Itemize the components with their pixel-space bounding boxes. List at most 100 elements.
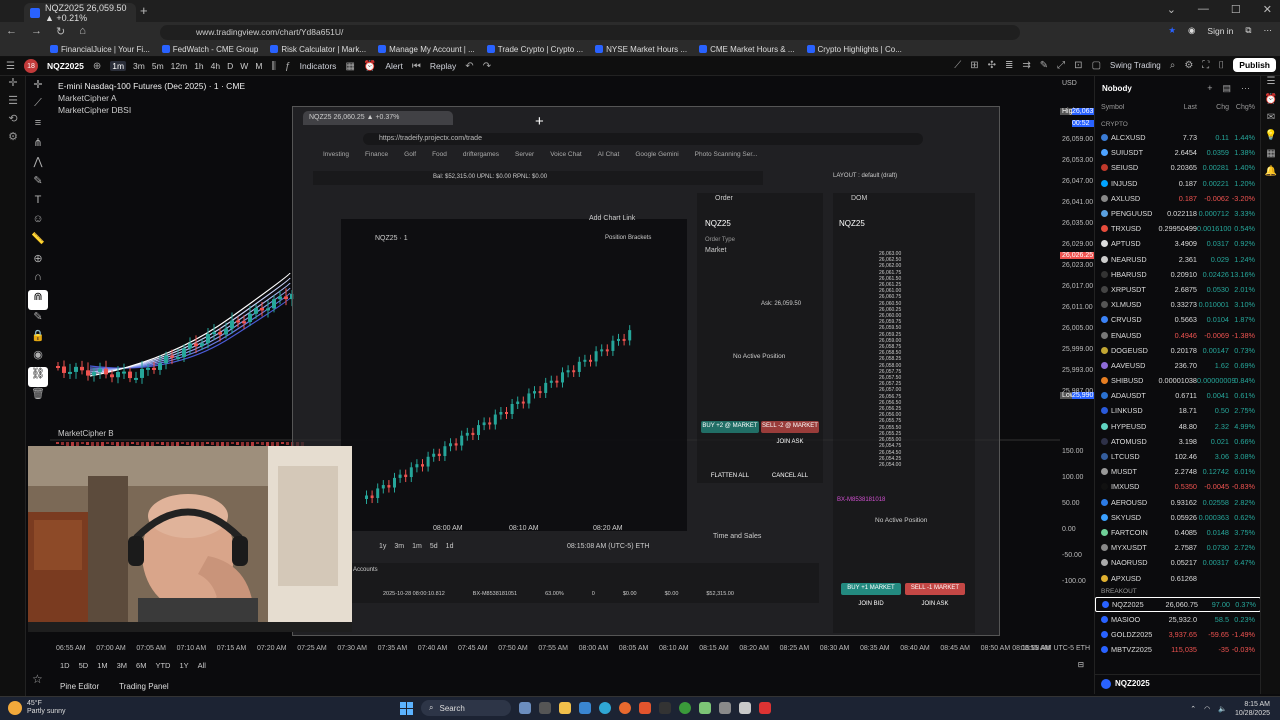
replay-button[interactable]: Replay xyxy=(430,61,456,71)
indicators-button[interactable]: Indicators xyxy=(300,61,337,71)
overlay-bookmark[interactable]: Finance xyxy=(365,151,388,158)
indicator-dbsi-label[interactable]: MarketCipher DBSI xyxy=(58,104,245,116)
wifi-icon[interactable]: ◠ xyxy=(1204,705,1210,713)
range-1Y[interactable]: 1Y xyxy=(179,661,188,670)
terminal-icon[interactable] xyxy=(659,702,671,714)
range-1D[interactable]: 1D xyxy=(60,661,70,670)
more-icon[interactable]: ⋯ xyxy=(1241,83,1250,94)
fullscreen-icon[interactable]: ⛶ xyxy=(1202,60,1209,71)
overlay-contract[interactable]: NQZ25 xyxy=(705,219,731,228)
dom-price[interactable]: 26,054.75 xyxy=(879,443,901,449)
task-view-icon[interactable] xyxy=(539,702,551,714)
watchlist-row[interactable]: MUSDT 2.2748 0.12742 6.01% xyxy=(1095,464,1261,479)
eye-icon[interactable]: ◉ xyxy=(28,348,48,367)
col-symbol[interactable]: Symbol xyxy=(1095,104,1157,111)
indicator-a-label[interactable]: MarketCipher A xyxy=(58,92,245,104)
watchlist-row[interactable]: GOLDZ2025 3,937.65 -59.65 -1.49% xyxy=(1095,627,1261,642)
ruler-icon[interactable]: 📏 xyxy=(28,232,48,251)
app-icon[interactable] xyxy=(699,702,711,714)
symbol-search[interactable]: NQZ2025 xyxy=(47,61,84,71)
star-icon[interactable]: ★ xyxy=(1168,25,1176,36)
overlay-bookmark[interactable]: Golf xyxy=(404,151,416,158)
dom-price[interactable]: 26,054.00 xyxy=(879,462,901,468)
overlay-bookmark[interactable]: driftergames xyxy=(463,151,499,158)
watchlist-row[interactable]: APTUSD 3.4909 0.0317 0.92% xyxy=(1095,236,1261,251)
interval-M[interactable]: M xyxy=(255,61,262,71)
edge-icon[interactable] xyxy=(599,702,611,714)
taskbar-search[interactable]: ⌕ Search xyxy=(421,700,511,716)
watchlist-row[interactable]: XRPUSDT 2.6875 0.0530 2.01% xyxy=(1095,282,1261,297)
sign-in-button[interactable]: Sign in xyxy=(1207,26,1233,36)
calendar-icon[interactable]: ⊟ xyxy=(1078,660,1084,669)
reload-icon[interactable]: ↻ xyxy=(56,25,65,38)
chat-icon[interactable]: ✉ xyxy=(1261,112,1280,130)
interval-1h[interactable]: 1h xyxy=(194,61,203,71)
range-YTD[interactable]: YTD xyxy=(155,661,170,670)
compare-icon[interactable]: ⊕ xyxy=(93,61,101,72)
bookmark-item[interactable]: FinancialJuice | Your Fi... xyxy=(50,45,150,54)
dom-price[interactable]: 26,055.50 xyxy=(879,425,901,431)
col-chg-pct[interactable]: Chg% xyxy=(1229,104,1259,111)
watchlist-row[interactable]: XLMUSD 0.33273 0.010001 3.10% xyxy=(1095,297,1261,312)
clock[interactable]: 8:15 AM 10/28/2025 xyxy=(1235,700,1270,718)
history-icon[interactable]: ⟲ xyxy=(0,112,26,130)
overlay-bookmark[interactable]: Server xyxy=(515,151,534,158)
overlay-buy-2-button[interactable]: BUY +2 @ MARKET xyxy=(701,421,759,433)
new-tab-button[interactable]: + xyxy=(140,3,148,18)
bookmark-item[interactable]: FedWatch - CME Group xyxy=(161,45,258,54)
overlay-order-type[interactable]: Market xyxy=(705,247,726,254)
overlay-tab[interactable]: NQZ25 26,060.25 ▲ +0.37% xyxy=(303,111,453,125)
watchlist-row[interactable]: CRVUSD 0.5663 0.0104 1.87% xyxy=(1095,312,1261,327)
candles-icon[interactable]: ⫼ xyxy=(271,61,276,72)
watchlist-row[interactable]: LTCUSD 102.46 3.06 3.08% xyxy=(1095,449,1261,464)
watchlist-row[interactable]: LINKUSD 18.71 0.50 2.75% xyxy=(1095,403,1261,418)
publish-button[interactable]: Publish xyxy=(1233,58,1276,72)
interval-D[interactable]: D xyxy=(227,61,233,71)
avatar[interactable]: 18 xyxy=(23,59,38,73)
overlay-bookmark[interactable]: Google Gemini xyxy=(635,151,678,158)
dom-price[interactable]: 26,058.25 xyxy=(879,356,901,362)
overlay-flatten-button[interactable]: FLATTEN ALL xyxy=(701,471,759,481)
dom-price[interactable]: 26,062.00 xyxy=(879,263,901,269)
watchlist-row[interactable]: MASIOO 25,932.0 58.5 0.23% xyxy=(1095,612,1261,627)
widgets-icon[interactable] xyxy=(519,702,531,714)
overlay-cancel-button[interactable]: CANCEL ALL xyxy=(761,471,819,481)
minimize-icon[interactable]: — xyxy=(1198,3,1209,16)
xbox-icon[interactable] xyxy=(679,702,691,714)
overlay-trading-window[interactable]: NQZ25 26,060.25 ▲ +0.37% + https://trade… xyxy=(292,106,1000,636)
watchlist-row[interactable]: AEROUSD 0.93162 0.02558 2.82% xyxy=(1095,495,1261,510)
zoom-icon[interactable]: ⊡ xyxy=(1074,60,1082,71)
cursor-icon[interactable]: ✛ xyxy=(28,78,48,97)
watchlist-row[interactable]: SHIBUSD 0.00001038 0.00000009 0.84% xyxy=(1095,373,1261,388)
calendar-icon[interactable]: ▦ xyxy=(1261,148,1280,166)
overlay-sell-2-button[interactable]: SELL -2 @ MARKET xyxy=(761,421,819,433)
bookmark-item[interactable]: Trade Crypto | Crypto ... xyxy=(486,45,583,54)
dom-price[interactable]: 26,059.50 xyxy=(879,325,901,331)
watchlist-row[interactable]: INJUSD 0.187 0.00221 1.20% xyxy=(1095,176,1261,191)
close-icon[interactable]: ✕ xyxy=(1263,3,1272,16)
ideas-icon[interactable]: 💡 xyxy=(1261,130,1280,148)
overlay-layout[interactable]: LAYOUT : default (draft) xyxy=(833,173,897,179)
watchlist-row[interactable]: ATOMUSD 3.198 0.021 0.66% xyxy=(1095,434,1261,449)
dom-price[interactable]: 26,054.50 xyxy=(879,450,901,456)
overlay-range[interactable]: 1y xyxy=(379,543,386,550)
watchlist-footer[interactable]: NQZ2025 xyxy=(1095,674,1261,692)
dom-price[interactable]: 26,060.50 xyxy=(879,301,901,307)
watchlist-row[interactable]: FARTCOIN 0.4085 0.0148 3.75% xyxy=(1095,525,1261,540)
dom-price[interactable]: 26,057.00 xyxy=(879,387,901,393)
overlay-bookmark[interactable]: Investing xyxy=(323,151,349,158)
overlay-bookmark[interactable]: Voice Chat xyxy=(550,151,581,158)
range-3M[interactable]: 3M xyxy=(117,661,127,670)
watchlist-row[interactable]: NQZ2025 26,060.75 97.00 0.37% xyxy=(1095,596,1261,612)
link-icon[interactable]: ⛓ xyxy=(28,367,48,387)
overlay-sell-button[interactable]: SELL -1 MARKET xyxy=(905,583,965,595)
crosshair-icon[interactable]: ✛ xyxy=(0,76,26,94)
star-icon[interactable]: ☆ xyxy=(32,672,43,686)
file-explorer-icon[interactable] xyxy=(559,702,571,714)
time-axis[interactable]: 08:15:08 AM UTC-5 ETH 06:55 AM 07:00 AM 07… xyxy=(50,644,1094,656)
interval-1m[interactable]: 1m xyxy=(110,61,127,71)
col-chg[interactable]: Chg xyxy=(1197,104,1229,111)
redo-icon[interactable]: ↷ xyxy=(483,61,491,72)
range-All[interactable]: All xyxy=(198,661,206,670)
add-symbol-icon[interactable]: + xyxy=(1207,83,1212,94)
